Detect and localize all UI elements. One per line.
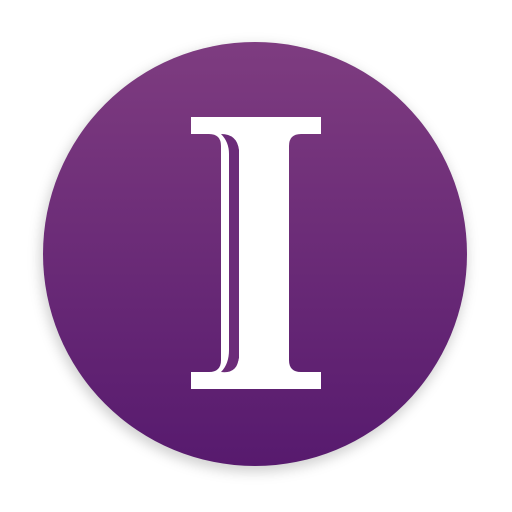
app-icon-badge bbox=[43, 42, 467, 466]
app-icon-canvas bbox=[0, 0, 512, 512]
serif-i-logo-icon bbox=[191, 117, 321, 389]
letter-top-serif bbox=[191, 117, 321, 389]
